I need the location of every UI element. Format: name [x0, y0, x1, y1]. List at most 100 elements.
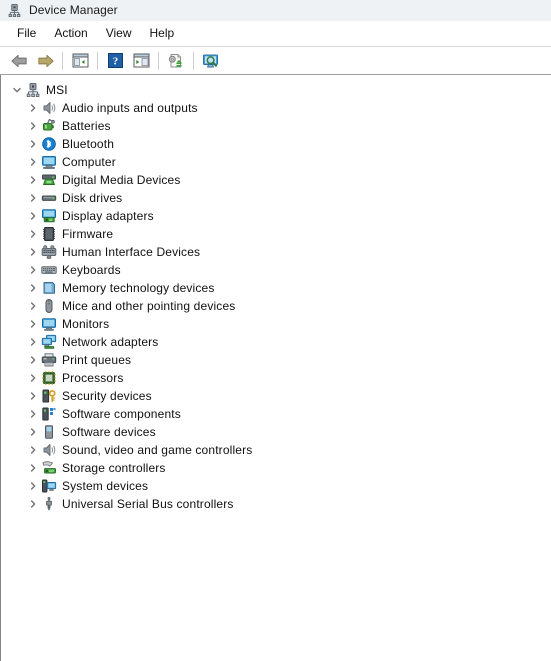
tree-item-label: Software devices	[62, 425, 156, 439]
console-tree-icon	[72, 53, 88, 68]
tree-item-audio-inputs-and-outputs[interactable]: Audio inputs and outputs	[1, 99, 551, 117]
menu-action[interactable]: Action	[45, 24, 96, 43]
tree-item-print-queues[interactable]: Print queues	[1, 351, 551, 369]
tree-item-mice-and-other-pointing-devices[interactable]: Mice and other pointing devices	[1, 297, 551, 315]
menu-bar: File Action View Help	[0, 21, 551, 46]
tree-item-label: Batteries	[62, 119, 111, 133]
tree-item-monitors[interactable]: Monitors	[1, 315, 551, 333]
memory-card-icon	[41, 280, 57, 296]
tree-item-display-adapters[interactable]: Display adapters	[1, 207, 551, 225]
chevron-right-icon[interactable]	[25, 117, 41, 135]
tree-item-system-devices[interactable]: System devices	[1, 477, 551, 495]
network-adapter-icon	[41, 334, 57, 350]
tree-item-security-devices[interactable]: Security devices	[1, 387, 551, 405]
tree-item-label: Processors	[62, 371, 124, 385]
menu-file[interactable]: File	[8, 24, 45, 43]
disk-drive-icon	[41, 190, 57, 206]
chevron-down-icon[interactable]	[9, 81, 25, 99]
tree-item-software-devices[interactable]: Software devices	[1, 423, 551, 441]
chevron-right-icon[interactable]	[25, 315, 41, 333]
back-button[interactable]	[6, 49, 32, 73]
firmware-chip-icon	[41, 226, 57, 242]
printer-icon	[41, 352, 57, 368]
chevron-right-icon[interactable]	[25, 369, 41, 387]
tree-item-label: Firmware	[62, 227, 114, 241]
tree-item-label: Memory technology devices	[62, 281, 215, 295]
mouse-icon	[41, 298, 57, 314]
processor-chip-icon	[41, 370, 57, 386]
help-button[interactable]: ?	[102, 49, 128, 73]
tree-item-label: Monitors	[62, 317, 110, 331]
scan-hardware-icon	[168, 53, 182, 67]
tree-item-storage-controllers[interactable]: Storage controllers	[1, 459, 551, 477]
update-driver-button[interactable]	[198, 49, 224, 73]
software-component-icon	[41, 406, 57, 422]
chevron-right-icon[interactable]	[25, 477, 41, 495]
device-tree-pane[interactable]: MSI Audio inputs and outputs Batteries B…	[0, 75, 551, 661]
chevron-right-icon[interactable]	[25, 459, 41, 477]
svg-text:?: ?	[112, 56, 118, 68]
tree-item-bluetooth[interactable]: Bluetooth	[1, 135, 551, 153]
chevron-right-icon[interactable]	[25, 351, 41, 369]
monitor-icon	[41, 316, 57, 332]
chevron-right-icon[interactable]	[25, 261, 41, 279]
toolbar: ?	[0, 47, 551, 74]
chevron-right-icon[interactable]	[25, 297, 41, 315]
chevron-right-icon[interactable]	[25, 387, 41, 405]
chevron-right-icon[interactable]	[25, 333, 41, 351]
window-title: Device Manager	[29, 3, 118, 17]
properties-list-button[interactable]	[128, 49, 154, 73]
chevron-right-icon[interactable]	[25, 243, 41, 261]
tree-item-label: Mice and other pointing devices	[62, 299, 236, 313]
tree-root-node[interactable]: MSI	[1, 81, 551, 99]
tree-item-label: Bluetooth	[62, 137, 115, 151]
tree-item-computer[interactable]: Computer	[1, 153, 551, 171]
tree-item-universal-serial-bus-controllers[interactable]: Universal Serial Bus controllers	[1, 495, 551, 513]
chevron-right-icon[interactable]	[25, 441, 41, 459]
chevron-right-icon[interactable]	[25, 405, 41, 423]
chevron-right-icon[interactable]	[25, 495, 41, 513]
device-tree: MSI Audio inputs and outputs Batteries B…	[1, 75, 551, 513]
chevron-right-icon[interactable]	[25, 171, 41, 189]
tree-item-firmware[interactable]: Firmware	[1, 225, 551, 243]
sound-speaker-icon	[41, 442, 57, 458]
chevron-right-icon[interactable]	[25, 225, 41, 243]
help-question-icon: ?	[107, 53, 123, 68]
keyboard-icon	[41, 262, 57, 278]
scan-hardware-changes-button[interactable]	[163, 49, 189, 73]
speaker-icon	[41, 100, 57, 116]
chevron-right-icon[interactable]	[25, 135, 41, 153]
tree-item-sound-video-and-game-controllers[interactable]: Sound, video and game controllers	[1, 441, 551, 459]
monitor-search-icon	[203, 54, 218, 67]
bluetooth-icon	[41, 136, 57, 152]
chevron-right-icon[interactable]	[25, 279, 41, 297]
tree-item-disk-drives[interactable]: Disk drives	[1, 189, 551, 207]
chevron-right-icon[interactable]	[25, 189, 41, 207]
tree-root-label: MSI	[46, 83, 68, 97]
toolbar-divider-3	[158, 51, 159, 70]
tree-item-batteries[interactable]: Batteries	[1, 117, 551, 135]
tree-item-software-components[interactable]: Software components	[1, 405, 551, 423]
tree-item-network-adapters[interactable]: Network adapters	[1, 333, 551, 351]
tree-item-keyboards[interactable]: Keyboards	[1, 261, 551, 279]
tree-item-label: Digital Media Devices	[62, 173, 181, 187]
system-device-icon	[41, 478, 57, 494]
tree-item-label: Sound, video and game controllers	[62, 443, 253, 457]
tree-item-processors[interactable]: Processors	[1, 369, 551, 387]
forward-button[interactable]	[32, 49, 58, 73]
menu-view[interactable]: View	[97, 24, 141, 43]
chevron-right-icon[interactable]	[25, 423, 41, 441]
tree-item-memory-technology-devices[interactable]: Memory technology devices	[1, 279, 551, 297]
display-adapter-icon	[41, 208, 57, 224]
chevron-right-icon[interactable]	[25, 207, 41, 225]
tree-item-digital-media-devices[interactable]: Digital Media Devices	[1, 171, 551, 189]
show-hide-console-tree-button[interactable]	[67, 49, 93, 73]
toolbar-divider-1	[62, 51, 63, 70]
menu-help[interactable]: Help	[141, 24, 184, 43]
security-key-icon	[41, 388, 57, 404]
back-arrow-icon	[10, 54, 27, 67]
chevron-right-icon[interactable]	[25, 153, 41, 171]
tree-item-human-interface-devices[interactable]: Human Interface Devices	[1, 243, 551, 261]
chevron-right-icon[interactable]	[25, 99, 41, 117]
tree-item-label: Disk drives	[62, 191, 123, 205]
